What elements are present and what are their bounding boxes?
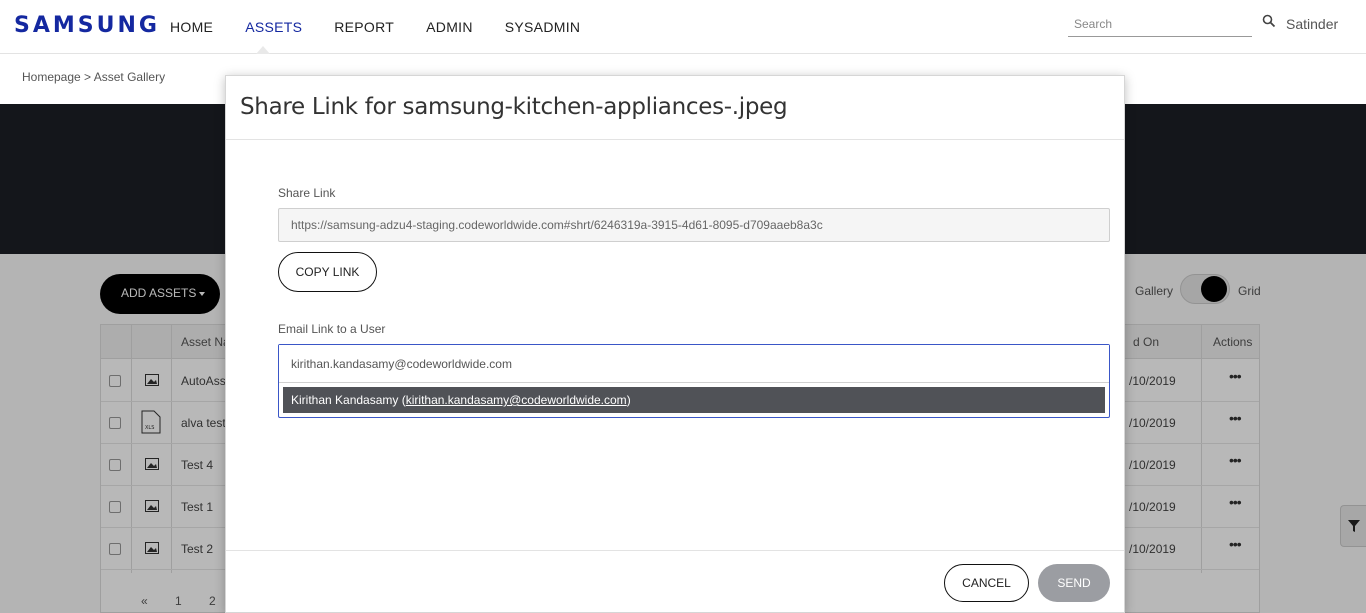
nav-home[interactable]: HOME	[170, 19, 213, 35]
autocomplete-suggestion[interactable]: Kirithan Kandasamy (kirithan.kandasamy@c…	[283, 387, 1105, 413]
copy-link-button[interactable]: COPY LINK	[278, 252, 377, 292]
dialog-title: Share Link for samsung-kitchen-appliance…	[240, 94, 788, 120]
nav-report[interactable]: REPORT	[334, 19, 394, 35]
share-link-dialog: Share Link for samsung-kitchen-appliance…	[225, 75, 1125, 613]
nav-admin[interactable]: ADMIN	[426, 19, 473, 35]
dialog-footer-divider	[226, 550, 1124, 551]
main-nav: HOME ASSETS REPORT ADMIN SYSADMIN	[170, 19, 612, 35]
suggestion-close-paren: )	[626, 393, 631, 407]
nav-assets[interactable]: ASSETS	[245, 19, 302, 35]
samsung-logo[interactable]: SAMSUNG	[14, 13, 160, 38]
active-nav-indicator	[256, 46, 270, 54]
email-autocomplete: Kirithan Kandasamy (kirithan.kandasamy@c…	[278, 344, 1110, 418]
cancel-button[interactable]: CANCEL	[944, 564, 1029, 602]
search-input[interactable]	[1068, 12, 1252, 37]
email-link-label: Email Link to a User	[278, 322, 386, 336]
share-link-label: Share Link	[278, 186, 336, 200]
search-icon[interactable]	[1262, 14, 1276, 28]
top-navbar: SAMSUNG HOME ASSETS REPORT ADMIN SYSADMI…	[0, 0, 1366, 54]
share-link-field[interactable]: https://samsung-adzu4-staging.codeworldw…	[278, 208, 1110, 242]
breadcrumb[interactable]: Homepage > Asset Gallery	[22, 70, 165, 84]
user-menu[interactable]: Satinder	[1286, 16, 1338, 32]
suggestion-name: Kirithan Kandasamy (	[291, 393, 406, 407]
suggestion-email: kirithan.kandasamy@codeworldwide.com	[405, 393, 627, 407]
dialog-header: Share Link for samsung-kitchen-appliance…	[226, 76, 1124, 140]
email-field[interactable]	[279, 345, 1109, 383]
send-button[interactable]: SEND	[1038, 564, 1110, 602]
nav-sysadmin[interactable]: SYSADMIN	[505, 19, 581, 35]
